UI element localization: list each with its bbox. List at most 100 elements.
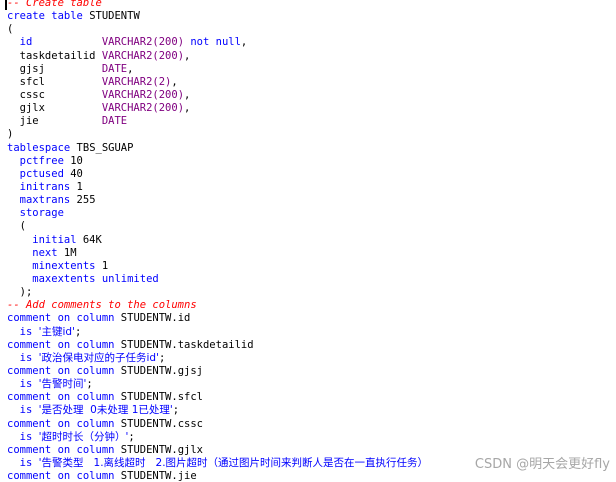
code-line: (: [7, 23, 428, 36]
code-token: ;: [86, 378, 93, 391]
code-token: id: [7, 36, 102, 49]
code-token: 255: [76, 194, 96, 207]
code-token: (200): [152, 88, 185, 101]
code-token: comment on column: [7, 312, 121, 325]
code-line: storage: [7, 207, 428, 220]
code-line: next 1M: [7, 247, 428, 260]
code-token: gjlx: [7, 102, 102, 115]
code-token: is: [7, 378, 39, 391]
code-token: VARCHAR2: [101, 88, 153, 101]
code-token: STUDENTW.gjlx: [120, 443, 203, 456]
code-token: 10: [70, 154, 83, 167]
code-token: (: [7, 23, 14, 36]
code-line: pctfree 10: [7, 155, 428, 168]
code-token: ;: [74, 325, 82, 338]
code-token: STUDENTW.cssc: [120, 417, 203, 430]
code-token: DATE: [101, 115, 128, 128]
code-token: -- Add comments to the columns: [7, 299, 197, 312]
code-token: STUDENTW.jie: [120, 470, 197, 482]
code-token: pctused: [7, 167, 71, 180]
code-line: create table STUDENTW: [7, 10, 428, 23]
code-line: -- Create table: [7, 0, 428, 10]
code-line: is '是否处理 0未处理 1已处理';: [7, 404, 428, 417]
code-token: '主键id': [38, 325, 75, 338]
code-token: STUDENTW: [89, 10, 140, 23]
code-token: VARCHAR2: [101, 102, 153, 115]
code-token: (200): [152, 36, 191, 49]
code-token: (: [7, 220, 26, 233]
code-token: TBS_SGUAP: [76, 141, 134, 154]
code-token: comment on column: [7, 391, 121, 404]
code-token: tablespace: [7, 141, 77, 154]
code-token: ,: [240, 36, 248, 49]
code-line: taskdetailid VARCHAR2(200),: [7, 50, 428, 63]
code-line: comment on column STUDENTW.taskdetailid: [7, 339, 428, 352]
code-token: 40: [70, 167, 83, 180]
code-line: is '告警时间';: [7, 378, 428, 391]
code-token: '超时时长（分钟）': [38, 430, 129, 443]
code-token: VARCHAR2: [101, 49, 153, 62]
code-token: ): [7, 128, 14, 141]
code-token: not null: [190, 36, 241, 49]
code-line: comment on column STUDENTW.cssc: [7, 418, 428, 431]
code-token: comment on column: [7, 338, 121, 351]
code-line: comment on column STUDENTW.id: [7, 312, 428, 325]
code-token: ,: [184, 88, 191, 101]
code-token: (200): [152, 102, 185, 115]
code-token: maxextents unlimited: [7, 272, 159, 285]
code-token: ;: [172, 404, 180, 417]
code-token: 1: [76, 180, 83, 193]
code-token: is: [7, 351, 39, 364]
code-token: comment on column: [7, 364, 121, 377]
code-line: maxextents unlimited: [7, 273, 428, 286]
code-token: ,: [171, 75, 178, 88]
code-line: jie DATE: [7, 115, 428, 128]
code-token: );: [7, 286, 33, 299]
code-token: (2): [152, 75, 172, 88]
code-token: ,: [127, 62, 134, 75]
code-token: 64K: [82, 233, 102, 246]
code-token: (200): [152, 49, 185, 62]
code-token: create table: [7, 10, 90, 23]
code-line: sfcl VARCHAR2(2),: [7, 76, 428, 89]
code-token: jie: [7, 115, 102, 128]
code-line: is '政治保电对应的子任务id';: [7, 352, 428, 365]
code-token: STUDENTW.id: [120, 312, 191, 325]
code-token: storage: [7, 207, 64, 220]
code-token: comment on column: [7, 417, 121, 430]
code-token: maxtrans: [7, 194, 77, 207]
code-token: '告警类型 1.离线超时 2.图片超时（通过图片时间来判断人是否在一直执行任务）: [38, 456, 429, 469]
code-line: ): [7, 128, 428, 141]
code-token: cssc: [7, 88, 102, 101]
code-token: gjsj: [7, 62, 102, 75]
code-token: comment on column: [7, 470, 121, 482]
code-line: comment on column STUDENTW.gjlx: [7, 444, 428, 457]
code-line: gjlx VARCHAR2(200),: [7, 102, 428, 115]
code-token: is: [7, 404, 39, 417]
code-line: id VARCHAR2(200) not null,: [7, 36, 428, 49]
code-token: comment on column: [7, 443, 121, 456]
code-line: is '超时时长（分钟）';: [7, 431, 428, 444]
code-line: pctused 40: [7, 168, 428, 181]
code-token: DATE: [101, 62, 128, 75]
code-line: tablespace TBS_SGUAP: [7, 142, 428, 155]
code-token: ,: [184, 49, 191, 62]
code-token: STUDENTW.taskdetailid: [120, 338, 254, 351]
code-line: comment on column STUDENTW.gjsj: [7, 365, 428, 378]
code-line: minextents 1: [7, 260, 428, 273]
sql-editor[interactable]: -- Create table create table STUDENTW( id…: [0, 0, 616, 482]
code-area[interactable]: -- Create table create table STUDENTW( id…: [7, 0, 428, 482]
code-line: is '告警类型 1.离线超时 2.图片超时（通过图片时间来判断人是否在一直执行…: [7, 457, 428, 470]
code-token: pctfree: [7, 154, 71, 167]
code-line: );: [7, 286, 428, 299]
code-token: minextents: [7, 259, 102, 272]
code-token: ;: [128, 430, 135, 443]
code-token: '告警时间': [38, 378, 87, 391]
code-line: (: [7, 220, 428, 233]
watermark: CSDN @明天会更好fly: [474, 456, 610, 472]
code-token: initrans: [7, 180, 77, 193]
code-token: 1M: [63, 246, 77, 259]
code-token: is: [7, 456, 39, 469]
code-token: VARCHAR2: [101, 75, 153, 88]
code-token: '政治保电对应的子任务id': [38, 351, 159, 364]
